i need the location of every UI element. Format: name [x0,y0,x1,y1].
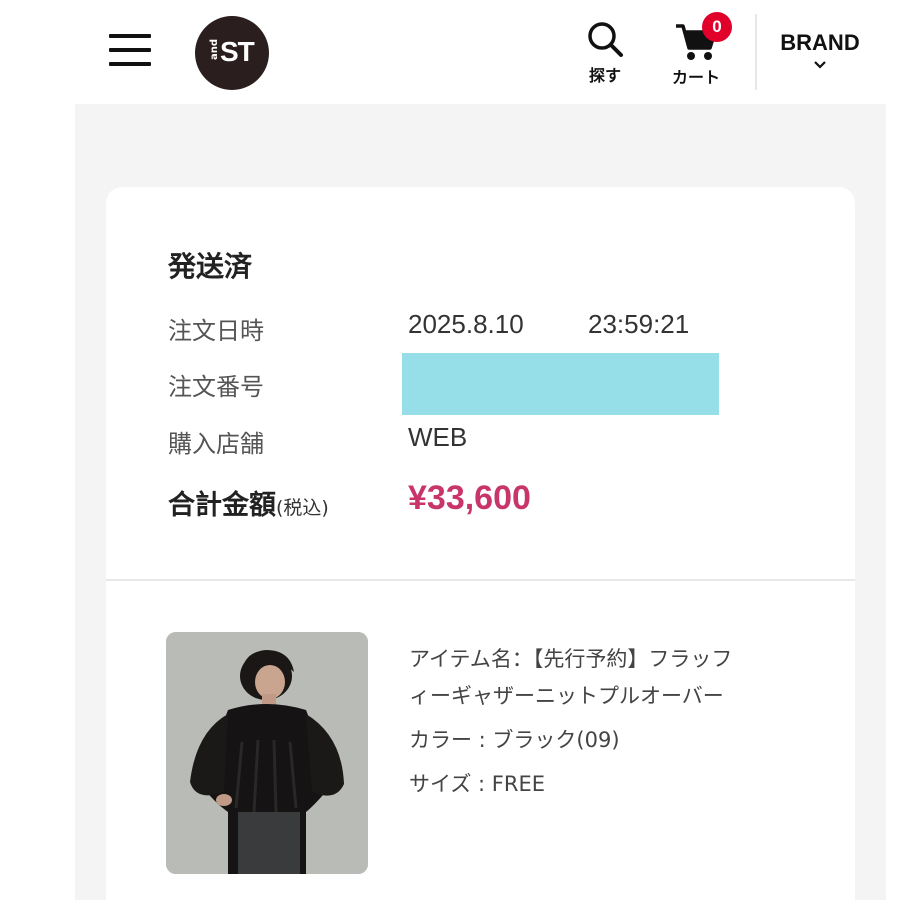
store-label: 購入店舗 [168,430,264,458]
item-name-line-1: アイテム名：【先行予約】フラッフ [409,647,733,671]
item-size: サイズ : FREE [409,772,546,796]
order-total: ¥33,600 [408,479,531,517]
order-summary-card: 発送済 注文日時 2025.8.10 23:59:21 注文番号 購入店舗 WE… [106,187,855,579]
search-button[interactable]: 探す [580,20,630,86]
order-date-label: 注文日時 [168,317,264,345]
order-time: 23:59:21 [588,309,690,339]
logo-mark: ST [220,36,255,67]
total-label: 合計金額(税込) [168,483,329,522]
item-name-line-2: ィーギャザーニットプルオーバー [409,684,724,708]
search-icon [588,22,623,57]
product-image[interactable] [166,632,368,874]
cart-count-badge: 0 [702,12,732,42]
chevron-down-icon [814,61,826,69]
total-tax-note: (税込) [276,497,329,519]
header-divider [755,14,757,90]
brand-label: BRAND [780,30,860,55]
menu-icon[interactable] [109,34,151,66]
order-number-redacted [402,353,719,415]
brand-logo[interactable]: and ST [195,16,269,90]
cart-button[interactable]: 0 カート [664,12,732,87]
cart-label: カート [671,68,720,87]
brand-menu-button[interactable]: BRAND [772,30,868,86]
logo-prefix: and [209,38,221,61]
order-number-label: 注文番号 [168,373,264,401]
total-label-text: 合計金額 [168,490,276,521]
order-status: 発送済 [168,250,253,283]
site-header: and ST 探す 0 カート BRAND [0,0,900,104]
store-value: WEB [408,422,468,452]
search-label: 探す [588,66,621,85]
order-item-card: アイテム名：【先行予約】フラッフ ィーギャザーニットプルオーバー カラー : ブ… [106,581,855,900]
product-photo [166,632,368,874]
order-date: 2025.8.10 [408,309,524,339]
item-color: カラー : ブラック(09) [409,728,620,752]
